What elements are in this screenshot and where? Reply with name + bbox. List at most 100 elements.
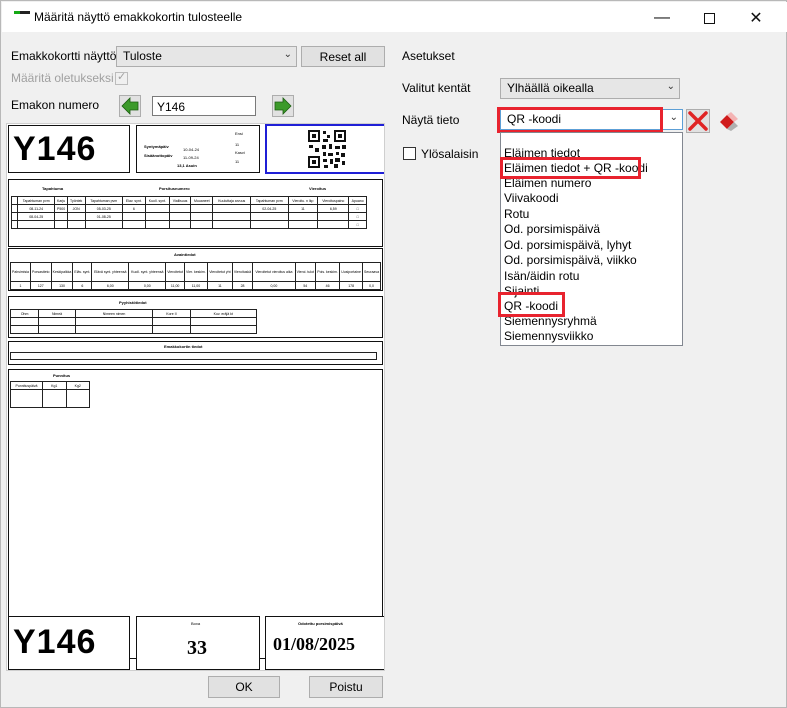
qr-code-icon [307, 129, 347, 169]
chevron-down-icon: ⌄ [666, 81, 675, 92]
preview-table-header: Emakkokortin tiedot [164, 344, 203, 349]
preview-qr-slot [265, 124, 384, 174]
dropdown-item[interactable]: Siemennysviikko [504, 329, 593, 344]
preview-col-header: Ohm [9, 309, 40, 318]
preview-card-notes: Emakkokortin tiedot [8, 341, 383, 365]
preview-col-header: Vieroitetut vieroitus aika [252, 262, 296, 282]
preview-card-id-text: Y146 [13, 623, 97, 661]
preview-field-value: 11 [235, 159, 240, 164]
preview-cell [169, 212, 192, 221]
preview-cell: 6 [72, 281, 93, 290]
table-row [9, 317, 258, 326]
close-button[interactable]: ✕ [733, 3, 779, 33]
preview-cell: 11 [207, 281, 233, 290]
preview-cell: 127 [29, 281, 52, 290]
preview-cell [317, 212, 350, 221]
preview-col-header: Vieroitetut yht [207, 262, 233, 282]
dropdown-item[interactable]: Od. porsimispäivä, viikko [504, 253, 637, 268]
preview-date-label: Odotettu porsimispäivä [298, 621, 343, 626]
preview-col-header: Vieroitetut [165, 262, 185, 282]
preview-table-header: Pyyhistötiedot [119, 300, 147, 305]
preview-cell [144, 212, 171, 221]
card-view-value: Tuloste [123, 49, 162, 63]
minimize-button[interactable]: — [639, 3, 685, 33]
reset-all-button[interactable]: Reset all [301, 46, 385, 67]
preview-box-number: Boxa 33 [136, 616, 260, 670]
preview-cell: 0,00 [252, 281, 296, 290]
dropdown-item[interactable]: Od. porsimispäivä [504, 222, 600, 237]
dropdown-item[interactable]: Isän/äidin rotu [504, 269, 579, 284]
clear-field-button[interactable] [716, 109, 742, 133]
table-row [10, 389, 90, 408]
preview-card-id-text: Y146 [13, 130, 97, 168]
previous-sow-button[interactable] [119, 95, 141, 117]
preview-key-info-table: Avaintiedot Pahsimisia Porsastieto Keski… [8, 248, 383, 291]
preview-table-header: Avaintiedot [174, 252, 196, 257]
preview-card-id-bottom: Y146 [8, 616, 130, 670]
preview-field-value: Ensi [235, 131, 243, 136]
preview-cell: 01-08-25 [84, 212, 123, 221]
highlight-qr-code [498, 292, 565, 317]
arrow-left-icon [121, 97, 139, 115]
preview-col-header: Kg2 [65, 381, 90, 390]
ok-button[interactable]: OK [208, 676, 280, 698]
table-row: □ [11, 220, 367, 229]
set-default-checkbox[interactable]: ✓ [115, 71, 128, 85]
preview-col-header: Muuaneet [190, 196, 214, 205]
preview-cell: □ [348, 204, 367, 213]
preview-col-header: Apuano [348, 196, 367, 205]
preview-col-header: Vieroituspaino [317, 196, 350, 205]
preview-cell: 0,00 [128, 281, 167, 290]
preview-cell: 178 [339, 281, 364, 290]
preview-col-header: Elav. synt. [121, 196, 146, 205]
selected-fields-combo[interactable]: Ylhäällä oikealla ⌄ [500, 78, 680, 99]
preview-table-header: Vieroitus [309, 186, 327, 191]
card-view-label: Emakkokortti näyttö [11, 49, 117, 63]
preview-field-value: 11 [235, 142, 240, 147]
highlight-animal-info-qr [500, 157, 641, 179]
dropdown-item[interactable]: Od. porsimispäivä, lyhyt [504, 238, 631, 253]
preview-cell: 46 [315, 281, 341, 290]
preview-cell: 6 [121, 204, 146, 213]
preview-cell: P500 [54, 204, 68, 213]
upside-down-checkbox[interactable] [403, 147, 416, 160]
close-red-icon [688, 111, 708, 131]
preview-cell: 54 [294, 281, 317, 290]
dropdown-item[interactable]: Rotu [504, 207, 529, 222]
maximize-icon [703, 12, 715, 24]
preview-cell [169, 204, 192, 213]
preview-card-id-top: Y146 [8, 125, 130, 173]
set-default-label: Määritä oletukseksi [11, 71, 114, 85]
dropdown-item[interactable]: Viivakoodi [504, 191, 558, 206]
delete-field-button[interactable] [686, 109, 710, 133]
preview-box-value: 33 [187, 637, 207, 659]
table-row [9, 325, 258, 334]
preview-col-header: Tapahtuman pvm [84, 196, 123, 205]
table-row: 1 127 130 6 6,00 0,00 11,00 11,00 11 28 … [10, 281, 381, 290]
table-row: 08-11-24 P500 JON 05-03-25 6 02-04-25 11… [11, 204, 367, 213]
close-dialog-button[interactable]: Poistu [309, 676, 383, 698]
preview-col-header: Tapahtuman pvm [250, 196, 289, 205]
sow-number-input[interactable]: Y146 [152, 96, 256, 116]
preview-cell [190, 212, 214, 221]
next-sow-button[interactable] [272, 95, 294, 117]
maximize-button[interactable] [686, 3, 732, 33]
preview-cell: 0,0 [362, 281, 381, 290]
preview-cell: 11 [287, 204, 319, 213]
preview-col-header: Kuuluttaja arvuus [212, 196, 252, 205]
preview-col-header: Kore II [152, 309, 191, 318]
preview-col-header: Punnituspäivä [10, 381, 43, 390]
title-bar: Määritä näyttö emakkokortin tulosteelle … [2, 2, 787, 32]
preview-col-header: Elävä synt. yhteensä [91, 262, 130, 282]
preview-col-header: Seuraava [362, 262, 381, 282]
preview-cell [212, 212, 252, 221]
preview-col-header: Kuoll. synt. [144, 196, 171, 205]
preview-cell: 1 [10, 281, 31, 290]
preview-table-header: Tapahtuma [42, 186, 64, 191]
card-view-combo[interactable]: Tuloste ⌄ [116, 46, 297, 67]
preview-cell [190, 204, 214, 213]
preview-cell [250, 212, 289, 221]
preview-col-header: Pahsimisia [10, 262, 31, 282]
preview-col-header: Nimeen nimen [74, 309, 154, 318]
highlight-show-info [497, 107, 663, 133]
